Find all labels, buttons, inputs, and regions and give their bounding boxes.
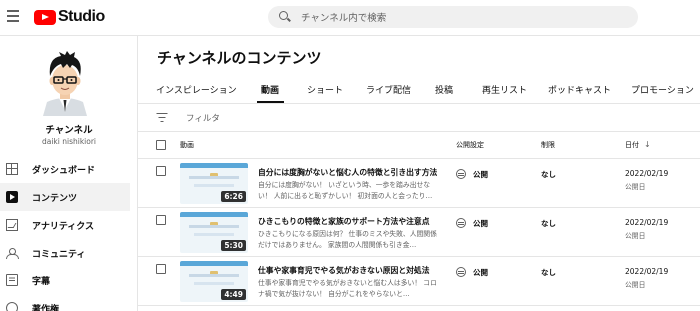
public-globe-icon (456, 218, 466, 228)
date-value: 2022/02/19 (625, 218, 669, 227)
menu-icon[interactable] (7, 10, 19, 22)
restrictions-value: なし (541, 219, 556, 228)
row-checkbox[interactable] (156, 264, 166, 274)
video-title[interactable]: 自分には度胸がないと悩む人の特徴と引き出す方法 (258, 167, 440, 178)
tab-posts[interactable]: 投稿 (435, 83, 453, 96)
visibility-value[interactable]: 公開 (473, 267, 488, 278)
channel-handle: daiki nishikiori (41, 137, 97, 146)
community-icon (6, 247, 19, 259)
tab-videos[interactable]: 動画 (261, 83, 279, 96)
logo-text: Studio (58, 8, 105, 25)
search-icon (279, 11, 288, 20)
sidebar-item-community[interactable]: コミュニティ (0, 239, 130, 267)
column-date-label: 日付 (625, 141, 639, 149)
visibility-value[interactable]: 公開 (473, 218, 488, 229)
copyright-icon (6, 302, 18, 311)
table-row[interactable]: 5:30 ひきこもりの特徴と家族のサポート方法や注意点 ひきこもりになる原因は何… (138, 208, 700, 257)
search-bar[interactable]: チャンネル内で検索 (268, 6, 638, 28)
tab-shorts[interactable]: ショート (307, 83, 343, 96)
search-input[interactable]: チャンネル内で検索 (301, 10, 386, 24)
restrictions-value: なし (541, 268, 556, 277)
column-video: 動画 (180, 141, 194, 149)
video-duration: 6:26 (221, 191, 246, 202)
sidebar-item-subtitles[interactable]: 字幕 (0, 266, 130, 294)
sidebar-item-label: コミュニティ (32, 249, 86, 260)
row-checkbox[interactable] (156, 166, 166, 176)
restrictions-value: なし (541, 170, 556, 179)
filter-input[interactable]: フィルタ (186, 112, 220, 124)
tab-promotions[interactable]: プロモーション (631, 83, 694, 96)
filter-bar[interactable]: フィルタ (138, 104, 700, 132)
date-value: 2022/02/19 (625, 169, 669, 178)
public-globe-icon (456, 267, 466, 277)
sort-down-icon[interactable]: ↓ (644, 140, 651, 149)
subtitles-icon (6, 274, 18, 286)
video-thumbnail[interactable]: 4:49 (180, 261, 248, 302)
active-tab-indicator (257, 101, 284, 103)
column-visibility[interactable]: 公開設定 (456, 140, 484, 150)
page-title: チャンネルのコンテンツ (157, 49, 322, 67)
studio-logo[interactable]: Studio (34, 8, 105, 26)
youtube-play-icon (34, 9, 56, 25)
tab-playlists[interactable]: 再生リスト (482, 83, 527, 96)
tab-inspiration[interactable]: インスピレーション (156, 83, 237, 96)
column-date[interactable]: 日付 ↓ (625, 140, 651, 150)
sidebar-item-label: 字幕 (32, 276, 51, 287)
sidebar-item-label: コンテンツ (32, 193, 78, 204)
channel-name: チャンネル (45, 125, 93, 136)
analytics-icon (6, 219, 18, 231)
video-thumbnail[interactable]: 6:26 (180, 163, 248, 204)
sidebar-item-analytics[interactable]: アナリティクス (0, 211, 130, 239)
video-thumbnail[interactable]: 5:30 (180, 212, 248, 253)
row-checkbox[interactable] (156, 215, 166, 225)
visibility-value[interactable]: 公開 (473, 169, 488, 180)
filter-icon[interactable] (156, 113, 167, 123)
video-duration: 5:30 (221, 240, 246, 251)
tab-bar: インスピレーション 動画 ショート ライブ配信 投稿 再生リスト ポッドキャスト… (138, 76, 700, 104)
video-description: 自分には度胸がない！ いざという時、一歩を踏み出せない！ 人前に出ると恥ずかしい… (258, 181, 433, 200)
column-restrictions[interactable]: 制限 (541, 140, 555, 150)
date-status: 公開日 (625, 232, 646, 240)
sidebar-item-label: アナリティクス (32, 221, 95, 232)
video-title[interactable]: ひきこもりの特徴と家族のサポート方法や注意点 (258, 216, 440, 227)
table-row[interactable]: 6:26 自分には度胸がないと悩む人の特徴と引き出す方法 自分には度胸がない！ … (138, 159, 700, 208)
date-status: 公開日 (625, 281, 646, 289)
video-duration: 4:49 (221, 289, 246, 300)
content-icon (6, 191, 18, 203)
date-status: 公開日 (625, 183, 646, 191)
date-value: 2022/02/19 (625, 267, 669, 276)
table-header: 動画 公開設定 制限 日付 ↓ (138, 132, 700, 159)
tab-live[interactable]: ライブ配信 (366, 83, 411, 96)
top-bar: Studio チャンネル内で検索 (0, 0, 700, 36)
video-description: ひきこもりになる原因は何？ 仕事のミスや失敗、人間関係だけではありません。 家族… (258, 230, 437, 249)
sidebar-item-content[interactable]: コンテンツ (0, 183, 130, 211)
sidebar: チャンネル daiki nishikiori ダッシュボード コンテンツ アナリ… (0, 36, 138, 311)
avatar[interactable] (37, 50, 93, 116)
tab-podcasts[interactable]: ポッドキャスト (548, 83, 611, 96)
public-globe-icon (456, 169, 466, 179)
sidebar-item-label: ダッシュボード (32, 165, 96, 176)
sidebar-item-label: 著作権 (32, 304, 60, 311)
sidebar-item-dashboard[interactable]: ダッシュボード (0, 155, 130, 183)
table-row[interactable]: 4:49 仕事や家事育児でやる気がおきない原因と対処法 仕事や家事育児でやる気が… (138, 257, 700, 306)
select-all-checkbox[interactable] (156, 140, 166, 150)
video-description: 仕事や家事育児でやる気がおきないと悩む人は多い！ コロナ禍で気が抜けない！ 自分… (258, 279, 437, 298)
sidebar-item-copyright[interactable]: 著作権 (0, 294, 130, 311)
dashboard-icon (6, 163, 18, 175)
video-title[interactable]: 仕事や家事育児でやる気がおきない原因と対処法 (258, 265, 440, 276)
